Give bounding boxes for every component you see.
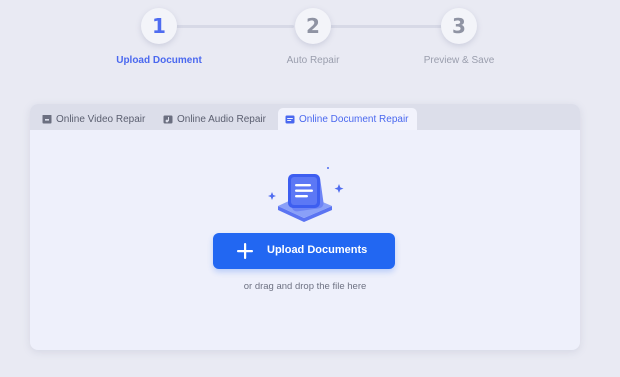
step-1-circle: 1 bbox=[141, 8, 177, 44]
upload-documents-button[interactable]: Upload Documents bbox=[213, 233, 395, 269]
document-illustration-icon bbox=[268, 167, 344, 222]
step-connector bbox=[176, 25, 294, 28]
tab-label: Online Video Repair bbox=[56, 113, 146, 125]
progress-stepper: 1 2 3 Upload Document Auto Repair Previe… bbox=[0, 0, 620, 80]
upload-button-label: Upload Documents bbox=[267, 244, 368, 256]
step-1-label: Upload Document bbox=[116, 55, 202, 66]
plus-icon bbox=[237, 243, 253, 259]
tab-label: Online Document Repair bbox=[299, 113, 409, 125]
repair-panel: Online Video Repair Online Audio Repair … bbox=[30, 104, 580, 350]
step-2-label: Auto Repair bbox=[286, 55, 340, 66]
tab-bar: Online Video Repair Online Audio Repair … bbox=[30, 104, 580, 130]
tab-audio-repair[interactable]: Online Audio Repair bbox=[163, 108, 266, 130]
video-icon bbox=[42, 114, 52, 123]
step-3-circle: 3 bbox=[441, 8, 477, 44]
step-connector bbox=[330, 25, 442, 28]
tab-video-repair[interactable]: Online Video Repair bbox=[42, 108, 145, 130]
document-icon bbox=[285, 115, 295, 123]
audio-icon bbox=[163, 115, 173, 123]
drag-drop-hint: or drag and drop the file here bbox=[243, 281, 367, 292]
step-3-label: Preview & Save bbox=[423, 55, 495, 66]
tab-document-repair[interactable]: Online Document Repair bbox=[278, 108, 417, 130]
tab-label: Online Audio Repair bbox=[177, 113, 266, 125]
step-2-circle: 2 bbox=[295, 8, 331, 44]
